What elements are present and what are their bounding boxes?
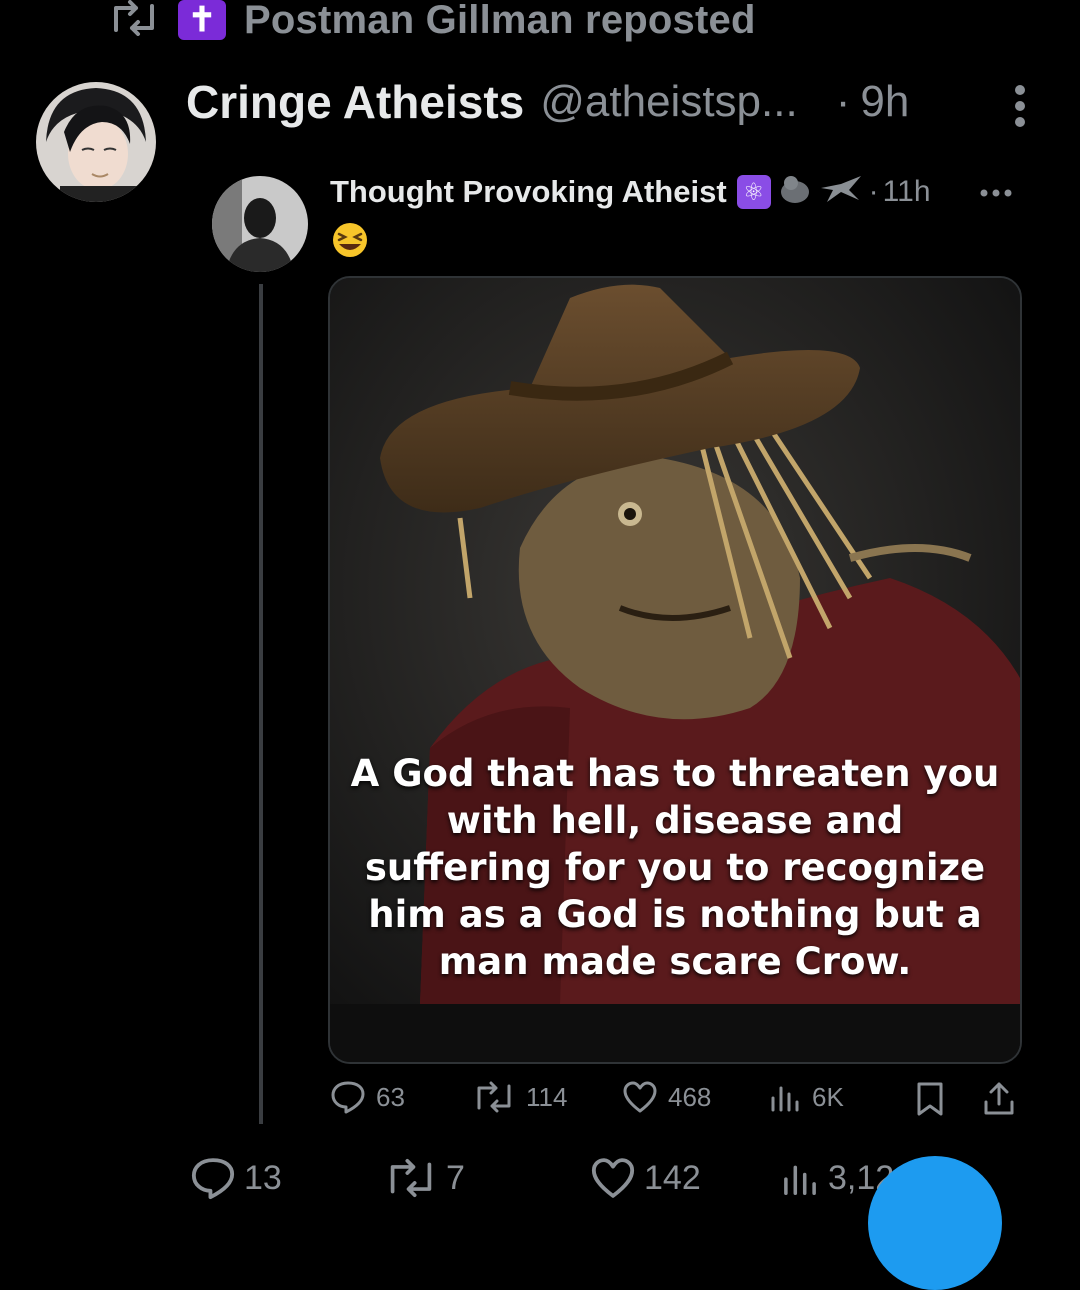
views-count: 6K [812,1081,844,1112]
quoted-avatar[interactable] [212,176,308,272]
heart-icon [623,1081,657,1113]
reply-icon [191,1158,235,1200]
like-button[interactable]: 142 [590,1156,701,1200]
repost-icon [390,1158,432,1198]
quoted-like-button[interactable]: 468 [622,1080,711,1114]
repost-count: 114 [526,1081,568,1112]
views-icon [784,1165,816,1196]
reply-icon [331,1081,365,1114]
cross-badge-icon: ✝ [178,0,226,40]
quoted-repost-button[interactable]: 114 [472,1080,567,1114]
author-display-name[interactable]: Cringe Atheists [186,75,524,129]
avatar[interactable] [36,82,156,202]
author-handle[interactable]: @atheistsp... [540,77,797,127]
reply-count: 63 [376,1081,405,1112]
quoted-reply-button[interactable]: 63 [330,1080,405,1114]
repost-icon [477,1081,511,1113]
quoted-author-name[interactable]: Thought Provoking Atheist [330,174,727,210]
post-header: Cringe Atheists @atheistsp... · 9h [186,74,909,130]
like-count: 142 [644,1158,701,1197]
more-options-icon[interactable] [1008,84,1032,128]
repost-button[interactable]: 7 [384,1156,465,1200]
image-caption: A God that has to threaten you with hell… [350,752,1000,983]
reply-button[interactable]: 13 [190,1156,282,1200]
thread-connector-line [259,284,263,1124]
separator-dot: · [868,175,879,208]
compose-fab-button[interactable] [868,1156,1002,1290]
reply-count: 13 [244,1158,282,1197]
quoted-views-button[interactable]: 6K [768,1080,844,1114]
quoted-header: Thought Provoking Atheist ⚛ · 11h [330,170,931,214]
bookmark-icon [917,1082,943,1116]
gorilla-icon [777,174,813,211]
eagle-icon [819,174,863,211]
quoted-timestamp[interactable]: 11h [883,175,931,209]
repost-header: ✝ Postman Gillman reposted [108,0,756,46]
laughing-emoji [330,220,370,260]
post-timestamp[interactable]: 9h [860,77,909,127]
media-image[interactable]: A God that has to threaten you with hell… [328,276,1022,1064]
views-icon [771,1086,799,1112]
separator-dot: · [835,77,851,126]
more-options-icon[interactable] [978,186,1014,198]
share-icon [984,1082,1014,1115]
bookmark-button[interactable] [914,1080,946,1118]
repost-count: 7 [446,1158,465,1197]
atom-icon: ⚛ [736,175,771,209]
repost-icon [108,0,160,41]
repost-label[interactable]: Postman Gillman reposted [244,0,756,43]
share-button[interactable] [982,1080,1016,1118]
like-count: 468 [668,1081,712,1112]
heart-icon [591,1158,635,1198]
